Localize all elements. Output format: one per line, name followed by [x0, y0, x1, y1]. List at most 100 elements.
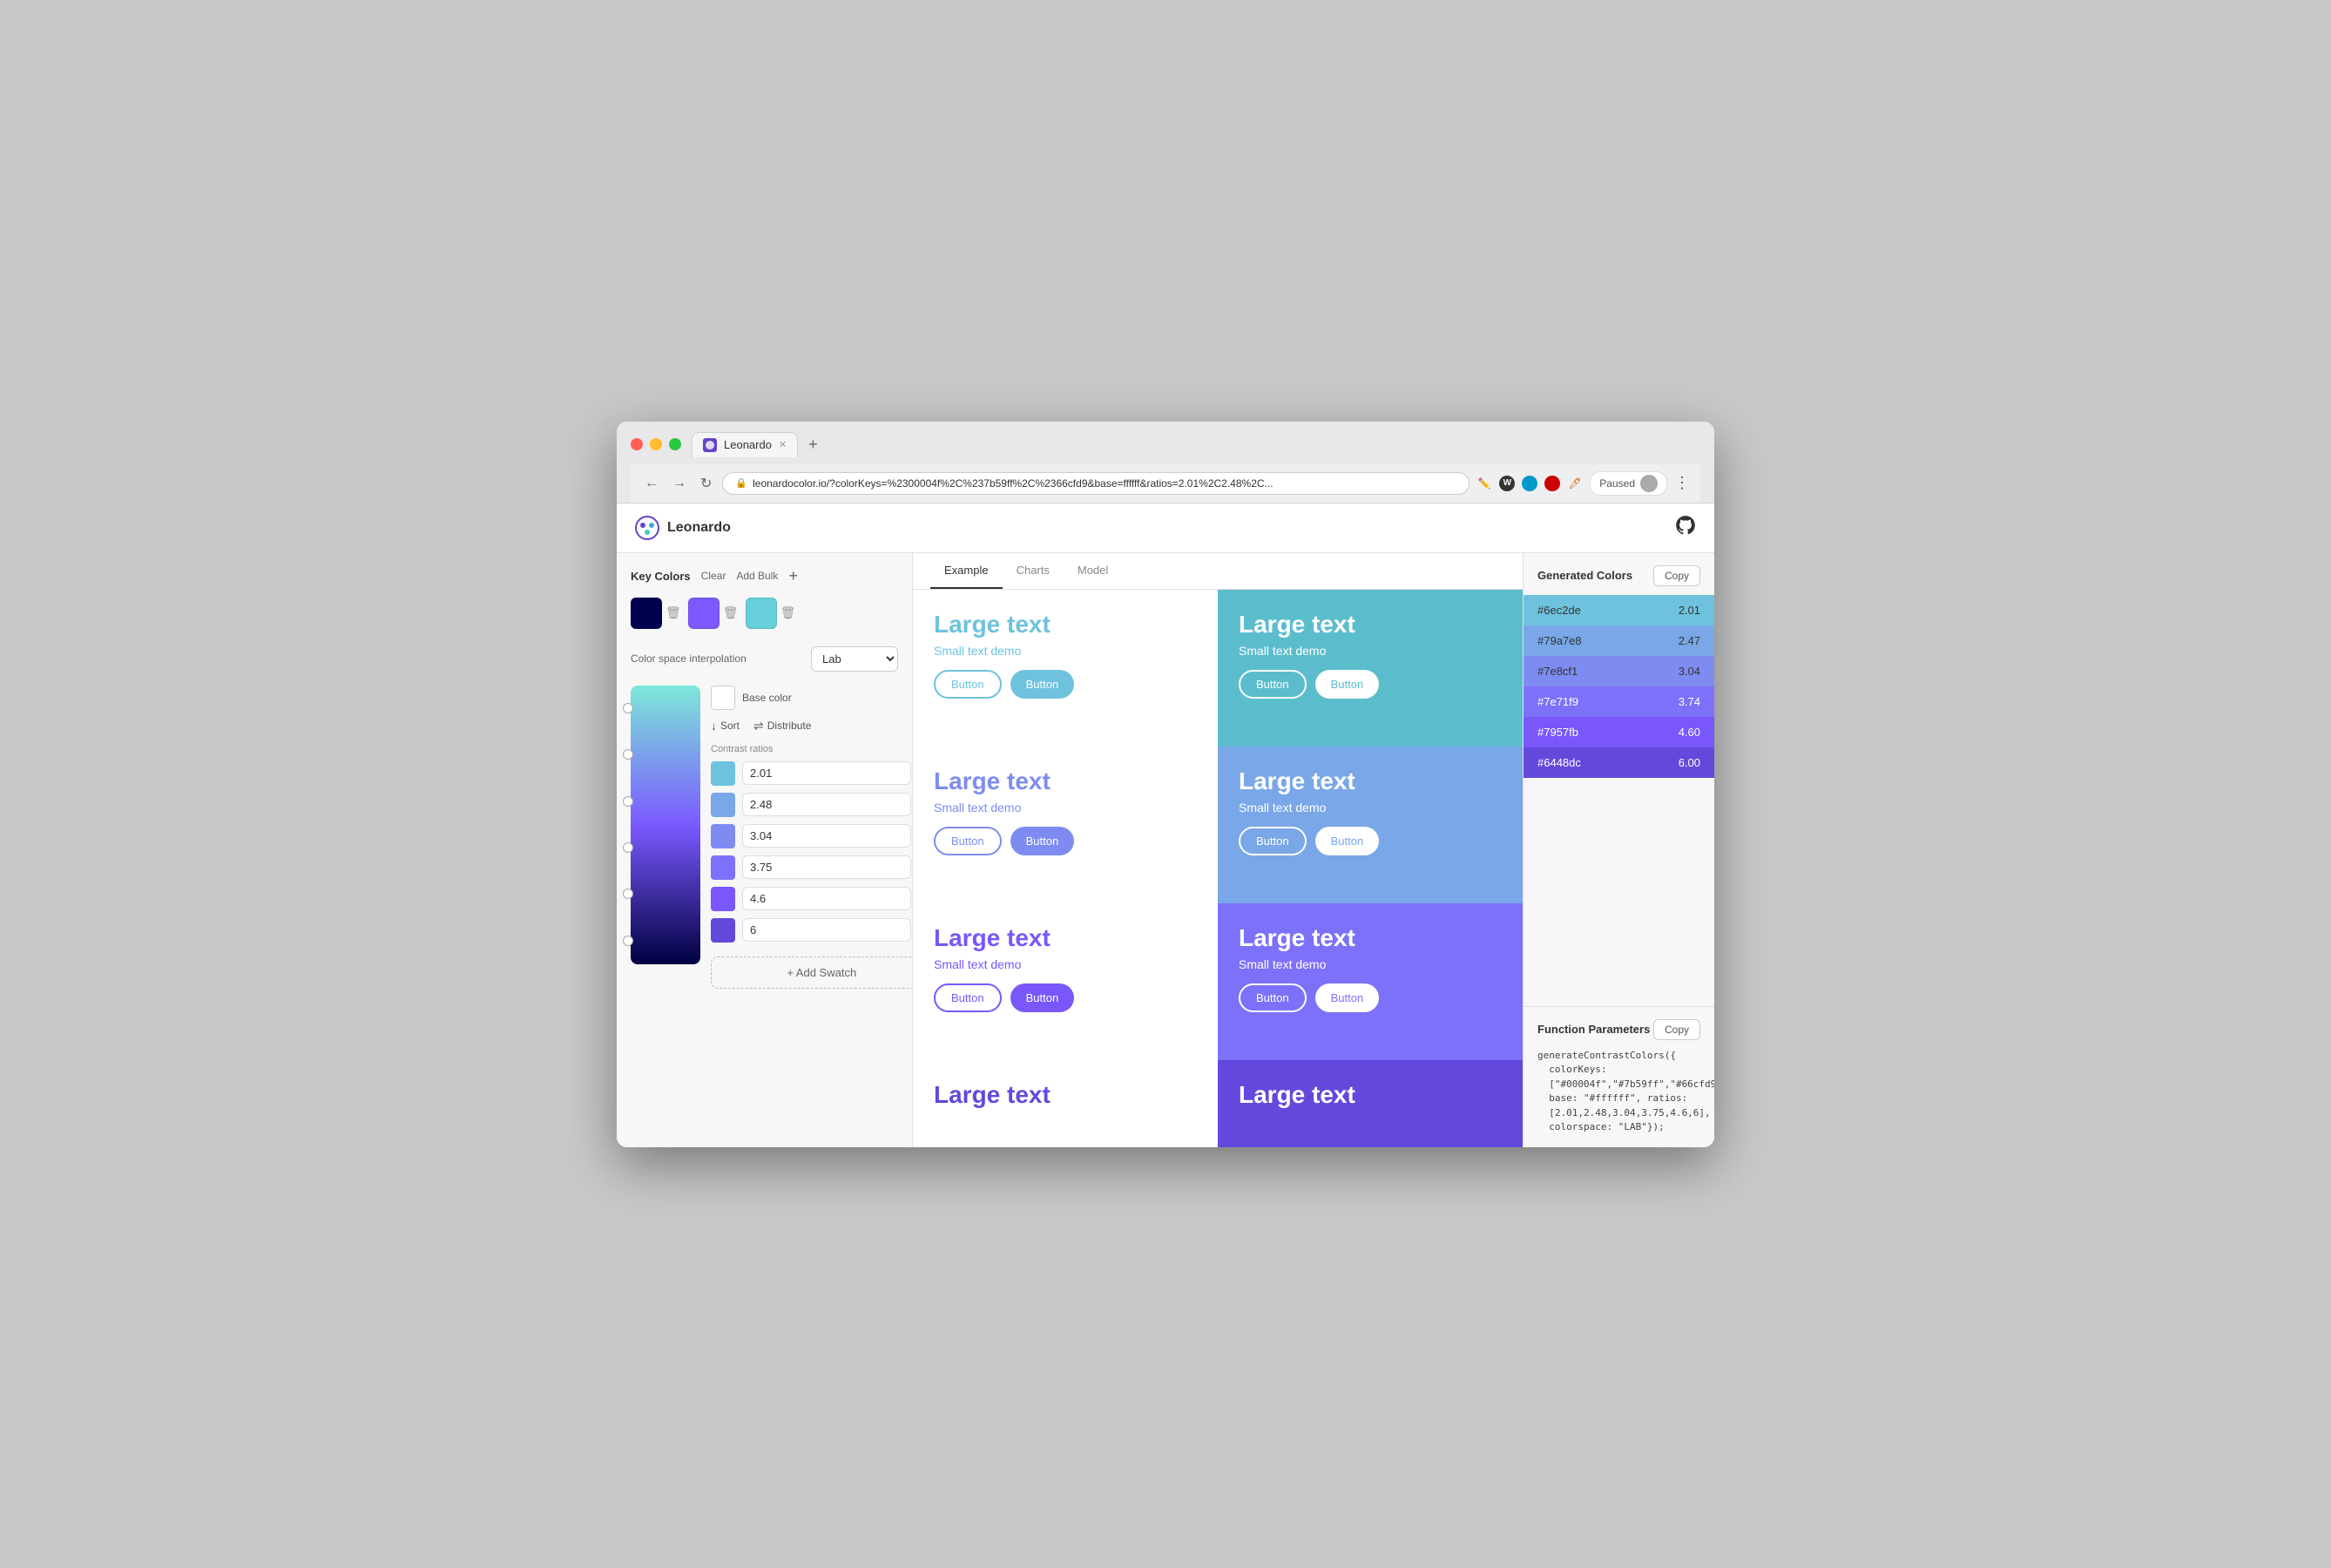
pen-icon[interactable]: 🖊 — [1567, 476, 1583, 491]
example-cell-1-2: Large text Small text demo Button Button — [1218, 590, 1523, 747]
delete-swatch-3-button[interactable]: 🗑 — [780, 605, 796, 620]
contrast-swatch-5[interactable] — [711, 887, 735, 911]
distribute-icon: ⇌ — [753, 719, 764, 733]
cell-button-filled-3-2[interactable]: Button — [1315, 983, 1380, 1012]
key-color-swatch-1[interactable] — [631, 598, 662, 629]
add-bulk-button[interactable]: Add Bulk — [736, 570, 778, 582]
minimize-button[interactable] — [650, 438, 662, 450]
tab-example[interactable]: Example — [930, 553, 1003, 589]
eye-icon[interactable] — [1544, 476, 1560, 491]
contrast-input-2[interactable] — [742, 793, 911, 816]
color-row-1[interactable]: #6ec2de 2.01 — [1524, 595, 1714, 625]
gradient-dot-2 — [624, 750, 632, 759]
contrast-item-3: 🗑 — [711, 824, 913, 848]
example-cell-3-2: Large text Small text demo Button Button — [1218, 903, 1523, 1060]
close-button[interactable] — [631, 438, 643, 450]
cell-button-outline-2-2[interactable]: Button — [1239, 827, 1307, 855]
tab-close-button[interactable]: ✕ — [779, 439, 787, 450]
cell-buttons-3-2: Button Button — [1239, 983, 1502, 1012]
color-space-select[interactable]: Lab HSL HSLuv LCH CAM02 — [811, 646, 898, 672]
refresh-button[interactable]: ↻ — [697, 471, 715, 496]
contrast-input-3[interactable] — [742, 824, 911, 848]
gradient-section: Base color ↓ Sort ⇌ Distribute — [631, 686, 898, 989]
cell-button-filled-1-2[interactable]: Button — [1315, 670, 1380, 699]
cell-button-outline-3-2[interactable]: Button — [1239, 983, 1307, 1012]
cell-buttons-1-1: Button Button — [934, 670, 1197, 699]
tab-charts[interactable]: Charts — [1003, 553, 1064, 589]
cell-button-outline-1-2[interactable]: Button — [1239, 670, 1307, 699]
contrast-swatch-4[interactable] — [711, 855, 735, 880]
sort-icon: ↓ — [711, 719, 717, 733]
cell-button-outline-3-1[interactable]: Button — [934, 983, 1002, 1012]
color-row-3[interactable]: #7e8cf1 3.04 — [1524, 656, 1714, 686]
color-ratio-6: 6.00 — [1679, 756, 1700, 769]
circle-icon[interactable] — [1522, 476, 1537, 491]
tab-title: Leonardo — [724, 438, 772, 451]
color-row-5[interactable]: #7957fb 4.60 — [1524, 717, 1714, 747]
color-hex-4: #7e71f9 — [1537, 695, 1578, 708]
color-list: #6ec2de 2.01 #79a7e8 2.47 #7e8cf1 3.04 #… — [1524, 595, 1714, 801]
copy-generated-button[interactable]: Copy — [1653, 565, 1700, 586]
contrast-swatch-3[interactable] — [711, 824, 735, 848]
tab-model[interactable]: Model — [1064, 553, 1122, 589]
gradient-dot-3 — [624, 797, 632, 806]
color-row-4[interactable]: #7e71f9 3.74 — [1524, 686, 1714, 717]
title-bar: Leonardo ✕ + ← → ↻ 🔒 leonardocolor.io/?c… — [617, 422, 1714, 504]
contrast-input-6[interactable] — [742, 918, 911, 942]
contrast-swatch-2[interactable] — [711, 793, 735, 817]
color-space-label: Color space interpolation — [631, 652, 804, 665]
key-color-swatch-2[interactable] — [688, 598, 720, 629]
delete-swatch-2-button[interactable]: 🗑 — [723, 605, 739, 620]
github-icon[interactable] — [1674, 514, 1697, 542]
color-row-2[interactable]: #79a7e8 2.47 — [1524, 625, 1714, 656]
maximize-button[interactable] — [669, 438, 681, 450]
swatch-group-3: 🗑 — [746, 598, 796, 629]
paused-badge[interactable]: Paused — [1590, 471, 1667, 496]
function-parameters-title: Function Parameters — [1537, 1023, 1650, 1036]
edit-icon[interactable]: ✏️ — [1476, 476, 1492, 491]
cell-buttons-2-1: Button Button — [934, 827, 1197, 855]
distribute-button[interactable]: ⇌ Distribute — [753, 719, 811, 733]
menu-dots-button[interactable]: ⋮ — [1674, 474, 1690, 492]
example-row-1: Large text Small text demo Button Button… — [913, 590, 1523, 747]
key-color-swatch-3[interactable] — [746, 598, 777, 629]
cell-button-filled-1-1[interactable]: Button — [1010, 670, 1075, 699]
back-button[interactable]: ← — [641, 472, 662, 495]
cell-button-outline-2-1[interactable]: Button — [934, 827, 1002, 855]
sort-button[interactable]: ↓ Sort — [711, 719, 740, 733]
function-parameters-header: Function Parameters Copy — [1537, 1019, 1700, 1040]
base-color-swatch[interactable] — [711, 686, 735, 710]
color-hex-5: #7957fb — [1537, 726, 1578, 739]
browser-tab[interactable]: Leonardo ✕ — [692, 432, 798, 457]
example-row-2: Large text Small text demo Button Button… — [913, 747, 1523, 903]
color-row-6[interactable]: #6448dc 6.00 — [1524, 747, 1714, 778]
add-swatch-button[interactable]: + Add Swatch — [711, 956, 913, 989]
cell-button-filled-2-1[interactable]: Button — [1010, 827, 1075, 855]
key-colors-title: Key Colors — [631, 570, 691, 583]
example-cell-1-1: Large text Small text demo Button Button — [913, 590, 1218, 747]
app-body: Leonardo Key Colors Clear Add Bulk + 🗑 — [617, 504, 1714, 1147]
generated-colors-title: Generated Colors — [1537, 569, 1632, 582]
function-parameters-code: generateContrastColors({ colorKeys: ["#0… — [1537, 1049, 1700, 1135]
small-text-2-1: Small text demo — [934, 801, 1197, 814]
spacer — [1524, 801, 1714, 1006]
center-panel: Example Charts Model Large text Small te… — [913, 553, 1523, 1147]
address-bar[interactable]: 🔒 leonardocolor.io/?colorKeys=%2300004f%… — [722, 472, 1470, 495]
cell-button-filled-2-2[interactable]: Button — [1315, 827, 1380, 855]
copy-params-button[interactable]: Copy — [1653, 1019, 1700, 1040]
forward-button[interactable]: → — [669, 472, 690, 495]
contrast-input-4[interactable] — [742, 855, 911, 879]
contrast-input-5[interactable] — [742, 887, 911, 910]
wordpress-icon[interactable]: W — [1499, 476, 1515, 491]
new-tab-button[interactable]: + — [801, 432, 825, 457]
color-space-row: Color space interpolation Lab HSL HSLuv … — [631, 646, 898, 672]
add-color-button[interactable]: + — [788, 567, 798, 585]
cell-button-filled-3-1[interactable]: Button — [1010, 983, 1075, 1012]
contrast-input-1[interactable] — [742, 761, 911, 785]
cell-button-outline-1-1[interactable]: Button — [934, 670, 1002, 699]
contrast-swatch-6[interactable] — [711, 918, 735, 943]
delete-swatch-1-button[interactable]: 🗑 — [666, 605, 681, 620]
lock-icon: 🔒 — [735, 477, 747, 489]
contrast-swatch-1[interactable] — [711, 761, 735, 786]
clear-button[interactable]: Clear — [701, 570, 726, 582]
